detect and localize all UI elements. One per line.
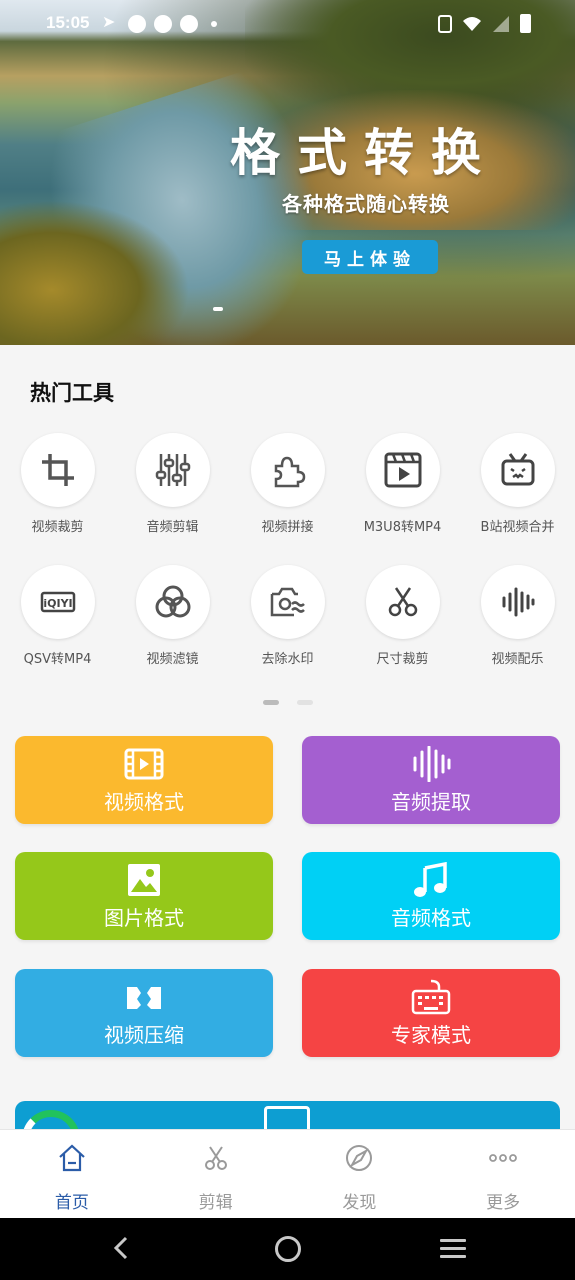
compass-icon bbox=[346, 1145, 373, 1171]
tool-video-music[interactable]: 视频配乐 bbox=[460, 565, 575, 667]
image-icon bbox=[128, 863, 160, 896]
status-time: 15:05 bbox=[46, 13, 90, 32]
recent-apps-icon[interactable] bbox=[440, 1239, 466, 1263]
puzzle-icon bbox=[274, 456, 305, 488]
banner-foliage bbox=[0, 200, 190, 345]
vibrate-icon bbox=[438, 14, 452, 33]
tools-page-indicator bbox=[263, 700, 313, 705]
nav-more[interactable]: 更多 bbox=[431, 1130, 575, 1218]
wifi-icon bbox=[463, 16, 481, 31]
tool-size-crop[interactable]: 尺寸裁剪 bbox=[345, 565, 460, 667]
home-icon bbox=[59, 1144, 85, 1172]
expert-mode-button[interactable]: 专家模式 bbox=[302, 969, 560, 1057]
tool-video-merge[interactable]: 视频拼接 bbox=[230, 433, 345, 535]
banner-indicator bbox=[213, 307, 223, 311]
film-icon bbox=[124, 748, 164, 779]
more-notifications-icon bbox=[211, 21, 217, 27]
tool-video-crop[interactable]: 视频裁剪 bbox=[0, 433, 115, 535]
more-dots-icon bbox=[489, 1154, 518, 1162]
music-note-icon bbox=[414, 861, 447, 897]
nav-home[interactable]: 首页 bbox=[0, 1130, 144, 1218]
home-button-icon[interactable] bbox=[275, 1236, 301, 1262]
status-bar: 15:05 ➤ bbox=[0, 0, 575, 48]
video-compress-button[interactable]: 视频压缩 bbox=[15, 969, 273, 1057]
crop-icon bbox=[41, 454, 74, 486]
image-format-button[interactable]: 图片格式 bbox=[15, 852, 273, 940]
tool-audio-edit[interactable]: 音频剪辑 bbox=[115, 433, 230, 535]
signal-icon bbox=[493, 15, 509, 32]
video-play-icon bbox=[384, 452, 421, 488]
back-icon[interactable] bbox=[112, 1236, 130, 1260]
bilibili-tv-icon bbox=[501, 453, 534, 486]
tool-remove-watermark[interactable]: 去除水印 bbox=[230, 565, 345, 667]
audio-format-button[interactable]: 音频格式 bbox=[302, 852, 560, 940]
video-format-button[interactable]: 视频格式 bbox=[15, 736, 273, 824]
filter-circles-icon bbox=[155, 585, 190, 618]
notification-icon bbox=[180, 15, 198, 33]
scissors-icon bbox=[388, 587, 417, 617]
camera-wave-icon bbox=[270, 587, 305, 617]
compress-icon bbox=[127, 986, 161, 1009]
banner-title: 格式转换 bbox=[230, 124, 498, 182]
waveform-icon bbox=[502, 587, 534, 617]
tool-video-filter[interactable]: 视频滤镜 bbox=[115, 565, 230, 667]
tool-qsv-to-mp4[interactable]: iQIYI QSV转MP4 bbox=[0, 565, 115, 667]
tool-m3u8-to-mp4[interactable]: M3U8转MP4 bbox=[345, 433, 460, 535]
scissors-icon bbox=[204, 1146, 227, 1170]
audio-bars-icon bbox=[413, 745, 451, 782]
audio-extract-button[interactable]: 音频提取 bbox=[302, 736, 560, 824]
system-nav-bar bbox=[0, 1218, 575, 1280]
svg-text:iQIYI: iQIYI bbox=[43, 597, 72, 610]
keyboard-icon bbox=[411, 979, 451, 1014]
hot-tools-title: 热门工具 bbox=[30, 381, 114, 405]
notification-icon bbox=[154, 15, 172, 33]
bottom-nav: 首页 剪辑 发现 更多 bbox=[0, 1129, 575, 1218]
banner-subtitle: 各种格式随心转换 bbox=[282, 192, 450, 216]
battery-icon bbox=[520, 14, 531, 33]
sliders-icon bbox=[155, 454, 190, 486]
telegram-icon: ➤ bbox=[102, 12, 116, 31]
nav-discover[interactable]: 发现 bbox=[288, 1130, 432, 1218]
iqiyi-icon: iQIYI bbox=[40, 591, 75, 613]
try-now-button[interactable]: 马上体验 bbox=[302, 240, 438, 274]
hero-banner[interactable]: 格式转换 各种格式随心转换 马上体验 bbox=[0, 0, 575, 345]
notification-icon bbox=[128, 15, 146, 33]
tool-bilibili-merge[interactable]: B站视频合并 bbox=[460, 433, 575, 535]
nav-edit[interactable]: 剪辑 bbox=[144, 1130, 288, 1218]
